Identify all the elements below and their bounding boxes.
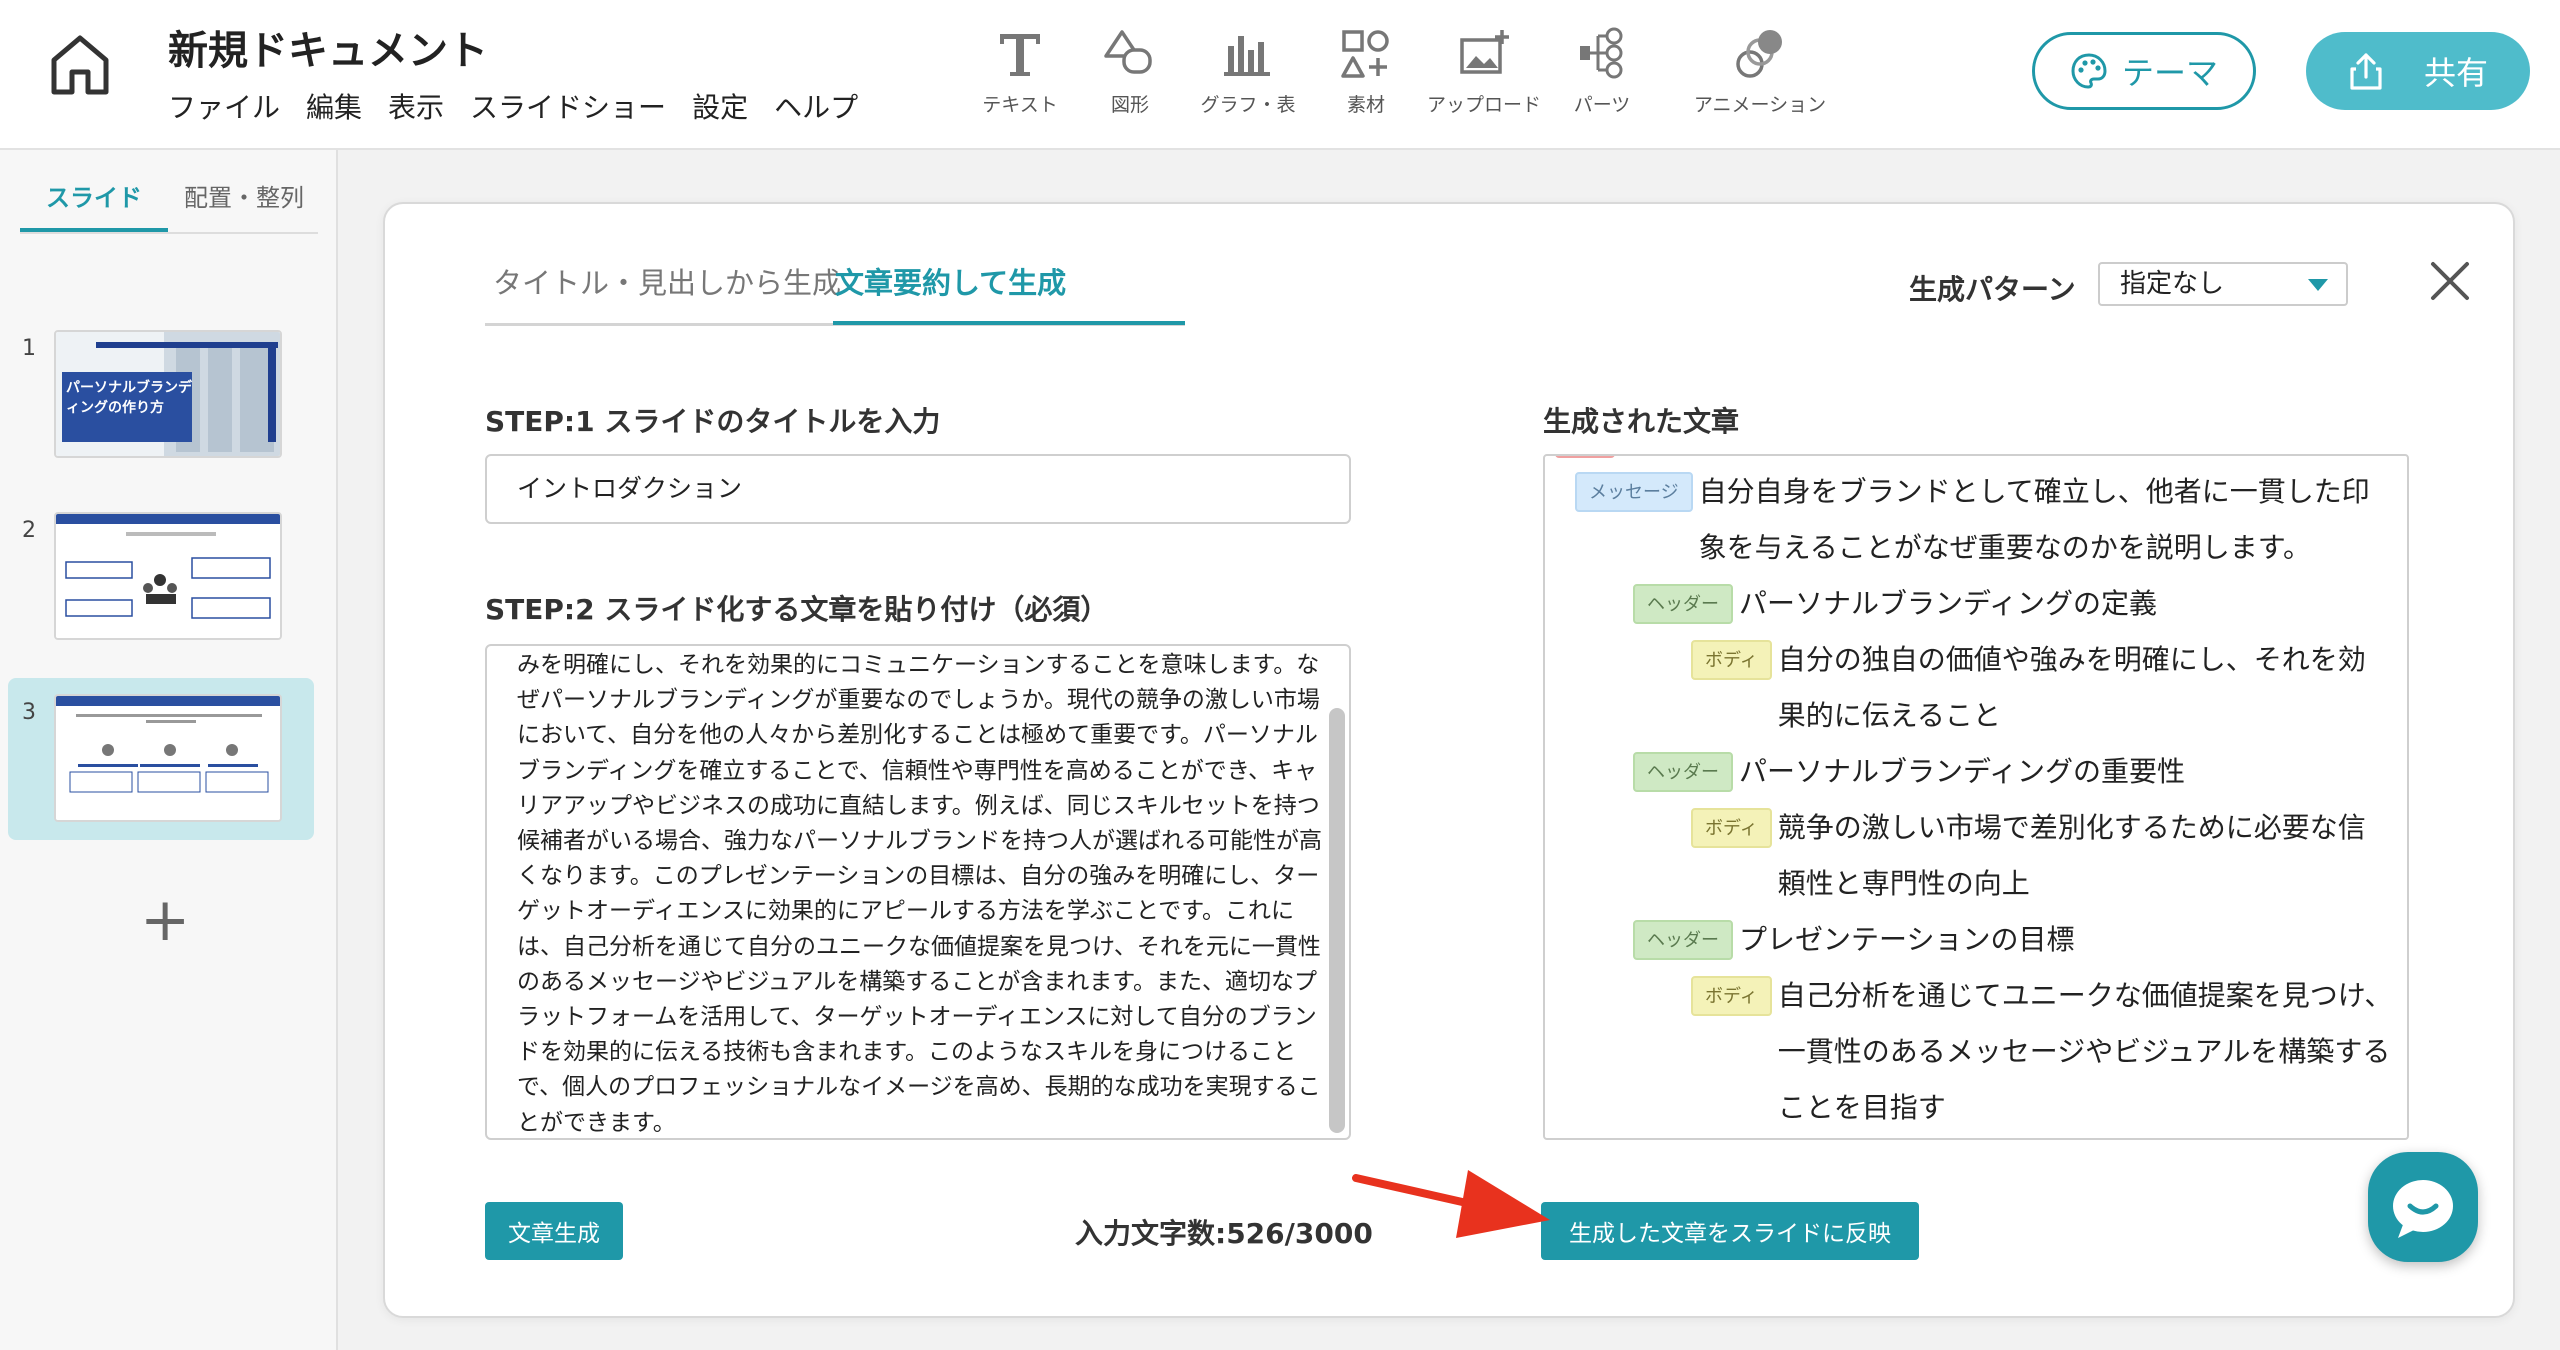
tool-parts[interactable]: パーツ xyxy=(1532,20,1672,120)
generate-text-button[interactable]: 文章生成 xyxy=(485,1202,623,1260)
generated-text-box[interactable]: メッセージ 自分自身をブランドとして確立し、他者に一貫した印象を与えることがなぜ… xyxy=(1543,454,2409,1140)
pattern-value: 指定なし xyxy=(2120,269,2225,299)
palette-icon xyxy=(2071,53,2107,89)
tag-body: ボディ xyxy=(1691,976,1772,1016)
tag-header: ヘッダー xyxy=(1633,584,1733,624)
tab-generate-from-title[interactable]: タイトル・見出しから生成 xyxy=(493,260,841,302)
generated-item: ヘッダー パーソナルブランディングの定義 xyxy=(1633,584,2393,632)
parts-icon xyxy=(1580,27,1623,79)
generated-item: ボディ 競争の激しい市場で差別化するために必要な信頼性と専門性の向上 xyxy=(1691,808,2401,912)
menu-edit[interactable]: 編集 xyxy=(306,86,362,126)
theme-label: テーマ xyxy=(2121,54,2218,92)
generated-item-text: 自己分析を通じてユニークな価値提案を見つけ、一貫性のあるメッセージやビジュアルを… xyxy=(1777,979,2393,1124)
tab-arrange[interactable]: 配置・整列 xyxy=(184,178,304,232)
generated-item-text: パーソナルブランディングの定義 xyxy=(1739,587,2158,620)
slide-sidebar: スライド 配置・整列 1 パーソナルブランディングの作り方 2 3 + xyxy=(0,150,338,1350)
pattern-select[interactable]: 指定なし xyxy=(2098,262,2348,306)
step2-label: STEP:2 スライド化する文章を貼り付け（必須） xyxy=(485,593,1109,626)
tag-message: メッセージ xyxy=(1575,472,1693,512)
generated-item-text: 自分自身をブランドとして確立し、他者に一貫した印象を与えることがなぜ重要なのかを… xyxy=(1698,475,2370,564)
dialog-tabs: タイトル・見出しから生成 文章要約して生成 xyxy=(485,244,1185,326)
assets-icon xyxy=(1341,30,1389,78)
slide-number: 1 xyxy=(22,336,36,361)
sidebar-tabs: スライド 配置・整列 xyxy=(20,178,318,234)
theme-button[interactable]: テーマ xyxy=(2032,32,2256,110)
generated-item: メッセージ 自分自身をブランドとして確立し、他者に一貫した印象を与えることがなぜ… xyxy=(1575,472,2395,576)
slide-thumbnail-row[interactable]: 2 xyxy=(8,496,314,658)
slide-title-input[interactable]: イントロダクション xyxy=(485,454,1351,524)
menu-settings[interactable]: 設定 xyxy=(692,86,748,126)
slide-thumbnail[interactable]: パーソナルブランディングの作り方 xyxy=(54,330,282,458)
pattern-label: 生成パターン xyxy=(1909,273,2076,306)
chat-support-button[interactable] xyxy=(2368,1152,2478,1262)
generated-item-text: プレゼンテーションの目標 xyxy=(1739,923,2075,956)
character-count: 入力文字数:526/3000 xyxy=(1075,1217,1373,1250)
home-icon[interactable] xyxy=(46,30,114,100)
shapes-icon xyxy=(1104,30,1152,74)
arrow-annotation-icon xyxy=(1352,1160,1554,1240)
generated-item: ボディ 自己分析を通じてユニークな価値提案を見つけ、一貫性のあるメッセージやビジ… xyxy=(1691,976,2401,1136)
tag-body: ボディ xyxy=(1691,808,1772,848)
close-icon[interactable] xyxy=(2425,256,2475,306)
generated-item: ヘッダー プレゼンテーションの目標 xyxy=(1633,920,2393,968)
top-bar: 新規ドキュメント ファイル 編集 表示 スライドショー 設定 ヘルプ テキスト … xyxy=(0,0,2560,150)
upload-image-icon xyxy=(1460,30,1509,74)
slide-thumbnail-row-selected[interactable]: 3 xyxy=(8,678,314,840)
share-icon xyxy=(2350,53,2382,90)
chevron-down-icon xyxy=(2308,279,2328,291)
generated-item-text: 競争の激しい市場で差別化するために必要な信頼性と専門性の向上 xyxy=(1777,811,2366,900)
tag-body: ボディ xyxy=(1691,640,1772,680)
menu-slideshow[interactable]: スライドショー xyxy=(470,86,666,126)
share-label: 共有 xyxy=(2423,54,2488,92)
step1-label: STEP:1 スライドのタイトルを入力 xyxy=(485,405,941,438)
tool-animation[interactable]: アニメーション xyxy=(1680,20,1840,120)
source-text: みを明確にし、それを効果的にコミュニケーションすることを意味します。なぜパーソナ… xyxy=(517,652,1322,1136)
generated-item: ヘッダー パーソナルブランディングの重要性 xyxy=(1633,752,2393,800)
generated-item-text: 自分の独自の価値や強みを明確にし、それを効果的に伝えること xyxy=(1777,643,2366,732)
slide-number: 3 xyxy=(22,700,36,725)
tag-header: ヘッダー xyxy=(1633,920,1733,960)
text-icon xyxy=(1000,34,1040,76)
animation-icon xyxy=(1736,30,1782,78)
generate-dialog: タイトル・見出しから生成 文章要約して生成 生成パターン 指定なし STEP:1… xyxy=(383,202,2515,1318)
chart-icon xyxy=(1224,36,1270,76)
tag-partial xyxy=(1555,456,1615,458)
tab-generate-from-summary[interactable]: 文章要約して生成 xyxy=(835,260,1066,302)
slide-thumbnail[interactable] xyxy=(54,694,282,822)
slide-number: 2 xyxy=(22,518,36,543)
tab-slides[interactable]: スライド xyxy=(20,178,168,232)
slide-thumbnail-row[interactable]: 1 パーソナルブランディングの作り方 xyxy=(8,314,314,476)
menu-file[interactable]: ファイル xyxy=(168,86,280,126)
menu-bar: ファイル 編集 表示 スライドショー 設定 ヘルプ xyxy=(168,86,884,126)
slide-thumbnail[interactable] xyxy=(54,512,282,640)
generated-item: ボディ 自分の独自の価値や強みを明確にし、それを効果的に伝えること xyxy=(1691,640,2401,744)
generated-item-text: パーソナルブランディングの重要性 xyxy=(1739,755,2186,788)
share-button[interactable]: 共有 xyxy=(2306,32,2530,110)
apply-to-slide-button[interactable]: 生成した文章をスライドに反映 xyxy=(1541,1202,1919,1260)
slide-thumbnail-title: パーソナルブランディングの作り方 xyxy=(66,380,192,416)
menu-view[interactable]: 表示 xyxy=(388,86,444,126)
active-tab-indicator xyxy=(833,321,1185,325)
generated-text-label: 生成された文章 xyxy=(1543,405,1740,438)
menu-help[interactable]: ヘルプ xyxy=(774,86,858,126)
document-title[interactable]: 新規ドキュメント xyxy=(168,18,488,76)
add-slide-button[interactable]: + xyxy=(140,890,190,950)
tag-header: ヘッダー xyxy=(1633,752,1733,792)
source-text-area[interactable]: みを明確にし、それを効果的にコミュニケーションすることを意味します。なぜパーソナ… xyxy=(485,644,1351,1140)
scrollbar[interactable] xyxy=(1329,708,1345,1133)
chat-icon xyxy=(2393,1180,2453,1238)
